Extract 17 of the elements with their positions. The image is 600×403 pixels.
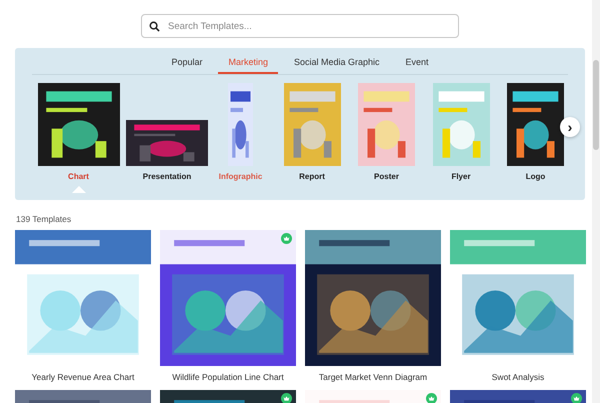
category-item[interactable]: Report [299,172,325,181]
category-item[interactable]: Presentation [142,172,192,181]
tab[interactable]: Social Media Graphic [284,57,390,74]
category-item[interactable]: Flyer [451,172,471,181]
next-button[interactable]: › [560,117,580,137]
template-title[interactable]: Wildlife Population Line Chart [160,372,296,384]
search-field[interactable]: Search Templates... [141,14,459,38]
template-title[interactable]: Yearly Revenue Area Chart [15,372,151,384]
tab[interactable]: Event [396,57,439,74]
tab[interactable]: Popular [161,57,212,74]
template-count: 139 Templates [16,214,72,226]
category-item[interactable]: Poster [374,172,399,181]
template-title[interactable]: Swot Analysis [450,372,586,384]
category-item[interactable]: Chart [68,172,89,181]
search-icon [149,21,160,32]
template-title[interactable]: Target Market Venn Diagram [305,372,441,384]
category-item[interactable]: Logo [526,172,546,181]
